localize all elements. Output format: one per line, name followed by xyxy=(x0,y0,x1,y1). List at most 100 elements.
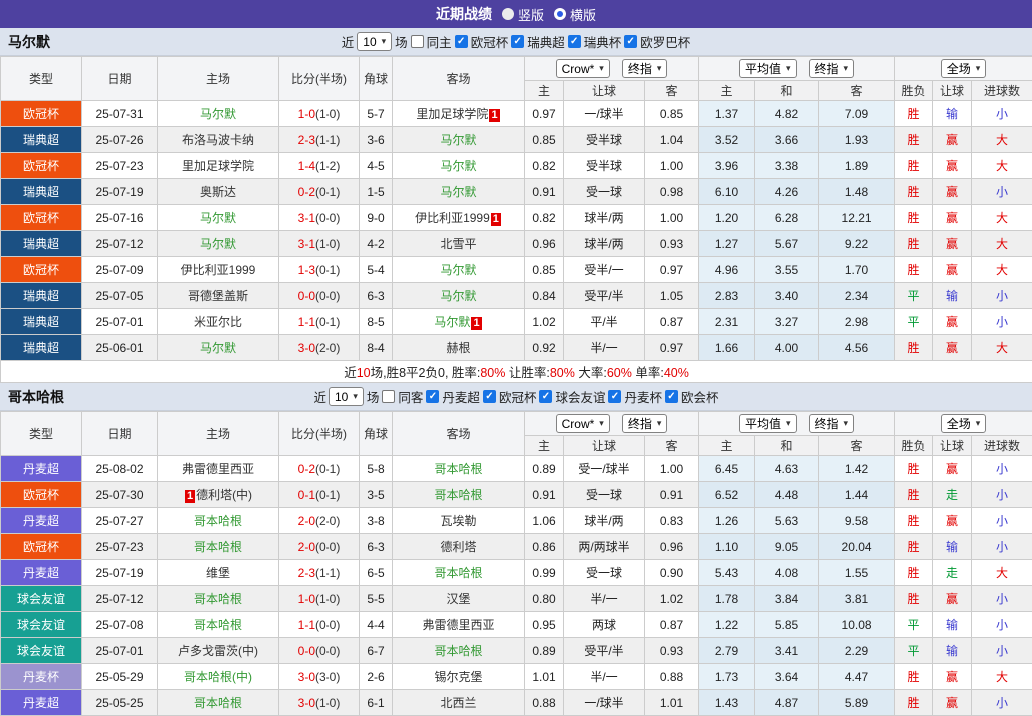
result-handicap: 赢 xyxy=(933,335,972,361)
fulltime-score: 0-2 xyxy=(298,185,315,199)
odds-stage-select-1[interactable]: 终指▾ xyxy=(622,414,668,433)
corner-count: 5-5 xyxy=(360,586,393,612)
summary-text: 近 xyxy=(344,366,357,380)
league-badge: 瑞典超 xyxy=(1,179,82,205)
score-cell: 0-0(0-0) xyxy=(279,638,360,664)
score-cell: 1-0(1-0) xyxy=(279,101,360,127)
halftime-score: (0-0) xyxy=(315,618,340,632)
avg-odds: 4.48 xyxy=(755,482,819,508)
col-header-home: 主场 xyxy=(158,57,279,101)
select-value: 终指 xyxy=(815,415,839,432)
score-cell: 1-1(0-1) xyxy=(279,309,360,335)
match-count-select[interactable]: 10▾ xyxy=(357,32,392,51)
league-filter-checkbox[interactable]: ✓丹麦超 xyxy=(426,387,480,406)
avg-odds: 5.85 xyxy=(755,612,819,638)
result-handicap: 赢 xyxy=(933,127,972,153)
league-badge: 丹麦超 xyxy=(1,690,82,716)
team-text: 里加足球学院 xyxy=(416,107,488,121)
league-filter-checkbox[interactable]: ✓丹麦杯 xyxy=(608,387,662,406)
team-text: 哥本哈根 xyxy=(194,592,242,606)
score-cell: 2-3(1-1) xyxy=(279,560,360,586)
result-handicap: 输 xyxy=(933,612,972,638)
sub-col-header: 客 xyxy=(819,436,895,456)
result-handicap: 走 xyxy=(933,482,972,508)
scope-select[interactable]: 全场▾ xyxy=(941,59,987,78)
team-cell: 伊比利亚19991 xyxy=(393,205,525,231)
team-cell: 瓦埃勒 xyxy=(393,508,525,534)
team-cell: 米亚尔比 xyxy=(158,309,279,335)
col-header-corner: 角球 xyxy=(360,412,393,456)
team-cell: 1德利塔(中) xyxy=(158,482,279,508)
league-filter-checkbox[interactable]: ✓欧冠杯 xyxy=(483,387,537,406)
odds-stage-select-1[interactable]: 终指 ▾ xyxy=(622,59,668,78)
checkbox-label: 同主 xyxy=(427,32,452,51)
avg-select-group: 平均值▾ 终指▾ xyxy=(699,57,895,81)
checkbox-label: 同客 xyxy=(398,387,423,406)
team-text: 哥本哈根 xyxy=(194,540,242,554)
avg-odds: 3.66 xyxy=(755,127,819,153)
odds-away: 0.93 xyxy=(645,231,699,257)
league-filter-checkbox[interactable]: ✓瑞典超 xyxy=(511,32,565,51)
odds-stage-select-2[interactable]: 终指▾ xyxy=(809,59,855,78)
sections-container: 马尔默 近10▾场同主✓欧冠杯✓瑞典超✓瑞典杯✓欧罗巴杯 类型 日期 主场 比分… xyxy=(0,28,1032,716)
average-select[interactable]: 平均值▾ xyxy=(739,59,797,78)
match-row: 瑞典超25-06-01马尔默3-0(2-0)8-4赫根0.92半/一0.971.… xyxy=(1,335,1032,361)
layout-radio-vertical[interactable]: 竖版 xyxy=(502,5,544,24)
scope-select[interactable]: 全场▾ xyxy=(941,414,987,433)
bookmaker-select[interactable]: Crow*▾ xyxy=(556,414,610,433)
avg-odds: 7.09 xyxy=(819,101,895,127)
team-cell: 马尔默 xyxy=(393,179,525,205)
match-count-select[interactable]: 10▾ xyxy=(329,387,364,406)
odds-home: 0.91 xyxy=(525,482,564,508)
same-venue-checkbox[interactable]: 同主 xyxy=(411,32,452,51)
team-text: 马尔默 xyxy=(440,289,476,303)
match-date: 25-08-02 xyxy=(82,456,158,482)
avg-odds: 3.40 xyxy=(755,283,819,309)
avg-odds: 1.89 xyxy=(819,153,895,179)
team-cell: 哥本哈根 xyxy=(158,690,279,716)
match-date: 25-07-08 xyxy=(82,612,158,638)
layout-radio-horizontal[interactable]: 横版 xyxy=(554,5,596,24)
team-text: 马尔默 xyxy=(440,185,476,199)
avg-odds: 4.00 xyxy=(755,335,819,361)
halftime-score: (0-1) xyxy=(315,315,340,329)
league-filter-checkbox[interactable]: ✓瑞典杯 xyxy=(568,32,622,51)
score-cell: 2-0(0-0) xyxy=(279,534,360,560)
result-outcome: 平 xyxy=(895,638,933,664)
score-cell: 0-2(0-1) xyxy=(279,179,360,205)
col-header-score: 比分(半场) xyxy=(279,412,360,456)
chevron-down-icon: ▾ xyxy=(844,64,849,73)
match-row: 球会友谊25-07-01卢多戈雷茨(中)0-0(0-0)6-7哥本哈根0.89受… xyxy=(1,638,1032,664)
avg-odds: 3.38 xyxy=(755,153,819,179)
match-date: 25-07-16 xyxy=(82,205,158,231)
odds-stage-select-2[interactable]: 终指▾ xyxy=(809,414,855,433)
summary-text: 60% xyxy=(607,366,632,380)
sub-col-header: 进球数 xyxy=(972,436,1032,456)
team-cell: 马尔默 xyxy=(158,335,279,361)
result-outcome: 平 xyxy=(895,309,933,335)
league-filter-checkbox[interactable]: ✓欧罗巴杯 xyxy=(624,32,690,51)
fulltime-score: 3-0 xyxy=(298,670,315,684)
halftime-score: (0-1) xyxy=(315,488,340,502)
select-value: 终指 xyxy=(628,60,652,77)
checkbox-checked-icon: ✓ xyxy=(455,35,468,48)
select-value: 全场 xyxy=(947,60,971,77)
chevron-down-icon: ▾ xyxy=(657,64,662,73)
result-outcome: 胜 xyxy=(895,534,933,560)
avg-odds: 6.28 xyxy=(755,205,819,231)
result-handicap: 输 xyxy=(933,638,972,664)
league-filter-checkbox[interactable]: ✓球会友谊 xyxy=(539,387,605,406)
sub-col-header: 主 xyxy=(699,81,755,101)
team-text: 马尔默 xyxy=(200,341,236,355)
average-select[interactable]: 平均值▾ xyxy=(739,414,797,433)
sub-col-header: 让球 xyxy=(933,81,972,101)
result-outcome: 胜 xyxy=(895,664,933,690)
league-filter-checkbox[interactable]: ✓欧冠杯 xyxy=(455,32,509,51)
handicap-line: 半/一 xyxy=(564,586,645,612)
match-row: 瑞典超25-07-05哥德堡盖斯0-0(0-0)6-3马尔默0.84受平/半1.… xyxy=(1,283,1032,309)
league-filter-checkbox[interactable]: ✓欧会杯 xyxy=(665,387,719,406)
same-venue-checkbox[interactable]: 同客 xyxy=(382,387,423,406)
odds-away: 1.02 xyxy=(645,586,699,612)
bookmaker-select[interactable]: Crow*▾ xyxy=(556,59,610,78)
avg-odds: 9.05 xyxy=(755,534,819,560)
